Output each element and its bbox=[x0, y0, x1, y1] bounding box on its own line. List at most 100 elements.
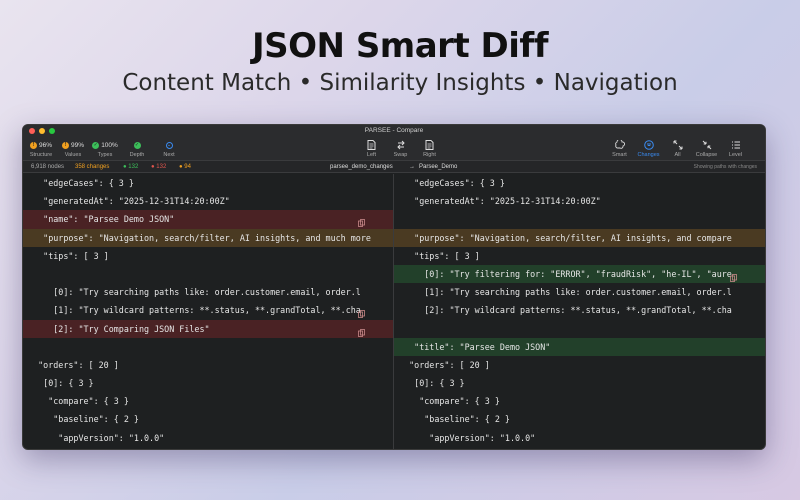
diff-row-text: [1]: "Try searching paths like: order.cu… bbox=[394, 287, 732, 298]
diff-row-text: [0]: { 3 } bbox=[394, 378, 465, 389]
copy-icon[interactable] bbox=[358, 325, 365, 337]
diff-row[interactable]: [0]: { 3 } bbox=[23, 374, 393, 392]
toolbar-left-label: Left bbox=[366, 152, 377, 158]
toolbar-left-button[interactable]: Left bbox=[357, 139, 386, 158]
diff-row[interactable]: "edgeCases": { 3 } bbox=[394, 174, 765, 192]
diff-row[interactable]: "orders": [ 20 ] bbox=[23, 356, 393, 374]
diff-row[interactable] bbox=[23, 265, 393, 283]
toolbar-changes-button[interactable]: Changes bbox=[634, 139, 663, 158]
toolbar-all-label: All bbox=[674, 152, 681, 158]
toolbar-depth-label: Depth bbox=[129, 152, 145, 158]
toolbar-all-button[interactable]: All bbox=[663, 139, 692, 158]
warning-icon: ! bbox=[29, 141, 37, 149]
removed-count: ● 132 bbox=[151, 164, 167, 170]
diff-row-text: "purpose": "Navigation, search/filter, A… bbox=[23, 232, 371, 243]
toolbar-smart-button[interactable]: Smart bbox=[605, 139, 634, 158]
zoom-window-button[interactable] bbox=[49, 128, 55, 134]
diff-row[interactable]: "compare": { 3 } bbox=[23, 392, 393, 410]
diff-row[interactable]: "edgeCases": { 3 } bbox=[23, 174, 393, 192]
toolbar-right-label: Right bbox=[423, 152, 436, 158]
right-pane[interactable]: "edgeCases": { 3 } "generatedAt": "2025-… bbox=[394, 174, 765, 449]
diff-row-text: "orders": [ 20 ] bbox=[23, 359, 119, 370]
diff-row[interactable]: "tips": [ 3 ] bbox=[394, 247, 765, 265]
toolbar-level-button[interactable]: Level bbox=[721, 139, 750, 158]
toolbar-level-label: Level bbox=[728, 152, 743, 158]
diff-row-text: "generatedAt": "2025-12-31T14:20:00Z" bbox=[23, 196, 230, 207]
toolbar-structure-button[interactable]: ! 96% Structure bbox=[25, 139, 57, 158]
diff-row-text: "edgeCases": { 3 } bbox=[394, 178, 505, 188]
diff-row[interactable] bbox=[394, 320, 765, 338]
expand-icon bbox=[673, 139, 683, 151]
diff-row[interactable]: [0]: { 3 } bbox=[394, 374, 765, 392]
diff-row-text: "compare": { 3 } bbox=[23, 396, 129, 407]
toolbar-collapse-button[interactable]: Collapse bbox=[692, 139, 721, 158]
diff-row[interactable]: "appVersion": "1.0.0" bbox=[394, 429, 765, 447]
copy-icon[interactable] bbox=[358, 215, 365, 228]
swap-icon bbox=[396, 139, 406, 151]
diff-row-text: "baseline": { 2 } bbox=[394, 414, 510, 425]
toolbar-values-button[interactable]: ! 99% Values bbox=[57, 139, 89, 158]
diff-row[interactable]: [0]: "Try filtering for: "ERROR", "fraud… bbox=[394, 264, 765, 284]
filter-icon bbox=[643, 139, 654, 151]
diff-row-text: [2]: "Try Comparing JSON Files" bbox=[23, 323, 210, 334]
change-count: 358 changes bbox=[75, 164, 110, 170]
toolbar: ! 96% Structure! 99% Values ✓ 100% Types ✓ Depth ⌄… bbox=[23, 137, 765, 161]
diff-row-text: [0]: { 3 } bbox=[23, 378, 94, 389]
diff-row[interactable]: [1]: "Try searching paths like: order.cu… bbox=[394, 283, 765, 301]
copy-icon[interactable] bbox=[730, 270, 737, 282]
diff-row-text: "appVersion": "1.0.0" bbox=[394, 432, 536, 443]
left-pane[interactable]: "edgeCases": { 3 } "generatedAt": "2025-… bbox=[23, 174, 394, 449]
diff-row[interactable]: [1]: "Try wildcard patterns: **.status, … bbox=[23, 301, 393, 319]
diff-row[interactable] bbox=[394, 210, 765, 228]
hero-subtitle: Content Match • Similarity Insights • Na… bbox=[122, 70, 678, 96]
diff-row[interactable]: "title": "Parsee Demo JSON" bbox=[394, 337, 765, 356]
diff-row-text: "orders": [ 20 ] bbox=[394, 359, 490, 370]
window-titlebar: PARSEE - Compare bbox=[23, 125, 765, 137]
diff-row[interactable]: "purpose": "Navigation, search/filter, A… bbox=[394, 228, 765, 247]
diff-row[interactable]: "purpose": "Navigation, search/filter, A… bbox=[23, 228, 393, 247]
diff-row[interactable]: [0]: "Try searching paths like: order.cu… bbox=[23, 283, 393, 301]
diff-row-text: "tips": [ 3 ] bbox=[394, 250, 480, 261]
minimize-window-button[interactable] bbox=[39, 128, 45, 134]
toolbar-depth-button[interactable]: ✓ Depth bbox=[121, 139, 153, 158]
toolbar-values-label: Values bbox=[64, 152, 82, 158]
document-icon bbox=[425, 139, 434, 151]
diff-row-text: [2]: "Try wildcard patterns: **.status, … bbox=[394, 305, 732, 316]
diff-row-text: "generatedAt": "2025-12-31T14:20:00Z" bbox=[394, 196, 601, 207]
window-title: PARSEE - Compare bbox=[364, 127, 424, 134]
copy-icon[interactable] bbox=[358, 306, 365, 319]
node-count: 6,918 nodes bbox=[31, 164, 65, 170]
diff-row[interactable]: "baseline": { 2 } bbox=[23, 410, 393, 428]
diff-row-text: [1]: "Try wildcard patterns: **.status, … bbox=[23, 305, 361, 316]
diff-row[interactable]: "baseline": { 2 } bbox=[394, 410, 765, 428]
check-icon: ✓ bbox=[92, 141, 100, 149]
diff-row[interactable]: [2]: "Try Comparing JSON Files" bbox=[23, 319, 393, 338]
diff-row-text: "edgeCases": { 3 } bbox=[23, 178, 134, 188]
chevron-down-icon: ⌄ bbox=[165, 141, 173, 149]
hero-title: JSON Smart Diff bbox=[251, 26, 549, 66]
diff-row-text: "tips": [ 3 ] bbox=[23, 250, 109, 261]
diff-row-text: "purpose": "Navigation, search/filter, A… bbox=[394, 232, 732, 243]
toolbar-right-button[interactable]: Right bbox=[415, 139, 444, 158]
diff-row[interactable]: [2]: "Try wildcard patterns: **.status, … bbox=[394, 301, 765, 319]
diff-row-text: [0]: "Try searching paths like: order.cu… bbox=[23, 287, 361, 298]
diff-row[interactable] bbox=[23, 338, 393, 356]
diff-row[interactable]: "generatedAt": "2025-12-31T14:20:00Z" bbox=[394, 192, 765, 210]
toolbar-next-button[interactable]: ⌄ Next bbox=[153, 139, 185, 158]
diff-row[interactable]: "compare": { 3 } bbox=[394, 392, 765, 410]
diff-row[interactable]: "appVersion": "1.0.0" bbox=[23, 429, 393, 447]
left-file-path: parsee_demo_changes bbox=[330, 164, 393, 170]
filter-hint: Showing paths with changes bbox=[693, 164, 757, 170]
toolbar-types-button[interactable]: ✓ 100% Types bbox=[89, 139, 121, 158]
toolbar-smart-label: Smart bbox=[612, 152, 627, 158]
toolbar-swap-button[interactable]: Swap bbox=[386, 139, 415, 158]
diff-row-text: "baseline": { 2 } bbox=[23, 414, 139, 425]
diff-row[interactable]: "generatedAt": "2025-12-31T14:20:00Z" bbox=[23, 192, 393, 210]
close-window-button[interactable] bbox=[29, 128, 35, 134]
status-bar: 6,918 nodes 358 changes ● 132 ● 132 ● 94… bbox=[23, 161, 765, 173]
brain-icon bbox=[614, 139, 625, 151]
diff-row[interactable]: "orders": [ 20 ] bbox=[394, 356, 765, 374]
diff-row[interactable]: "tips": [ 3 ] bbox=[23, 247, 393, 265]
modified-count: ● 94 bbox=[179, 164, 191, 170]
diff-row[interactable]: "name": "Parsee Demo JSON" bbox=[23, 210, 393, 229]
